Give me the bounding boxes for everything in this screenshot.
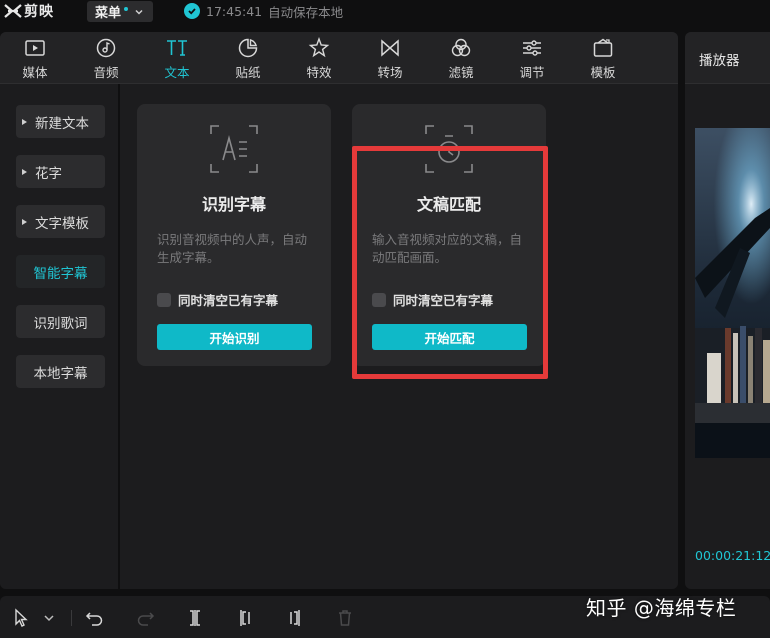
tab-effects[interactable]: 特效 bbox=[289, 36, 349, 82]
material-panel: 媒体 音频 文本 贴纸 特效 转场 滤镜 调节 模板 新建文本 花字 文字模板 … bbox=[0, 32, 678, 589]
redo-button[interactable] bbox=[133, 606, 157, 630]
subtitle-recognition-icon bbox=[209, 124, 259, 174]
caret-right-icon bbox=[22, 118, 27, 125]
sidebar-item-lyrics-recognition[interactable]: 识别歌词 bbox=[16, 305, 105, 338]
cursor-arrow-icon bbox=[15, 608, 28, 627]
tab-template[interactable]: 模板 bbox=[573, 36, 633, 82]
adjust-icon bbox=[520, 36, 544, 60]
redo-icon bbox=[137, 612, 155, 626]
player-header: 播放器 bbox=[685, 32, 770, 84]
trim-left-button[interactable] bbox=[233, 606, 257, 630]
trim-right-button[interactable] bbox=[283, 606, 307, 630]
tab-label: 模板 bbox=[590, 65, 616, 80]
caret-right-icon bbox=[22, 218, 27, 225]
tab-label: 转场 bbox=[377, 65, 403, 80]
delete-button[interactable] bbox=[333, 606, 357, 630]
sidebar-item-label: 新建文本 bbox=[35, 115, 89, 132]
save-status: 17:45:41 自动保存本地 bbox=[184, 2, 343, 20]
chevron-down-icon bbox=[135, 9, 143, 15]
tab-filter[interactable]: 滤镜 bbox=[431, 36, 491, 82]
player-title: 播放器 bbox=[699, 53, 740, 69]
trim-right-icon bbox=[290, 610, 300, 626]
caret-right-icon bbox=[22, 168, 27, 175]
title-bar: 剪映 菜单 17:45:41 自动保存本地 bbox=[0, 0, 770, 24]
menu-button[interactable]: 菜单 bbox=[87, 1, 153, 22]
text-icon bbox=[165, 36, 189, 60]
app-name: 剪映 bbox=[24, 4, 54, 20]
sidebar-item-label: 智能字幕 bbox=[33, 265, 88, 282]
tab-label: 文本 bbox=[164, 65, 190, 80]
card-description: 识别音视频中的人声，自动生成字幕。 bbox=[157, 232, 308, 265]
tab-label: 音频 bbox=[93, 65, 119, 80]
checkbox-box[interactable] bbox=[157, 292, 171, 307]
sidebar-item-new-text[interactable]: 新建文本 bbox=[16, 105, 105, 138]
tab-sticker[interactable]: 贴纸 bbox=[218, 36, 278, 82]
sidebar-item-smart-subtitle[interactable]: 智能字幕 bbox=[16, 255, 105, 288]
split-button[interactable] bbox=[183, 606, 207, 630]
card-title: 识别字幕 bbox=[201, 195, 266, 214]
highlight-box bbox=[352, 146, 548, 379]
tab-label: 媒体 bbox=[22, 65, 48, 80]
notification-dot-icon bbox=[124, 6, 129, 11]
material-toolbar: 媒体 音频 文本 贴纸 特效 转场 滤镜 调节 模板 bbox=[0, 32, 678, 84]
filter-icon bbox=[449, 36, 473, 60]
sidebar-item-label: 本地字幕 bbox=[33, 365, 88, 382]
media-icon bbox=[23, 36, 47, 60]
sidebar-item-label: 识别歌词 bbox=[33, 315, 88, 332]
chevron-down-icon bbox=[44, 615, 54, 622]
cursor-mode-dropdown[interactable] bbox=[37, 606, 61, 630]
menu-label: 菜单 bbox=[95, 6, 122, 21]
sticker-icon bbox=[236, 36, 260, 60]
effects-icon bbox=[307, 36, 331, 60]
tab-media[interactable]: 媒体 bbox=[5, 36, 65, 82]
sidebar-item-text-template[interactable]: 文字模板 bbox=[16, 205, 105, 238]
tab-label: 贴纸 bbox=[235, 65, 261, 80]
playback-timecode: 00:00:21:12 bbox=[695, 548, 770, 563]
undo-button[interactable] bbox=[83, 606, 107, 630]
tab-label: 特效 bbox=[306, 65, 332, 80]
app-logo: 剪映 bbox=[4, 2, 54, 20]
subtitle-recognition-card: 识别字幕 识别音视频中的人声，自动生成字幕。 同时清空已有字幕 开始识别 bbox=[137, 104, 331, 366]
sidebar-item-label: 文字模板 bbox=[35, 215, 89, 232]
sidebar-item-fancy-text[interactable]: 花字 bbox=[16, 155, 105, 188]
text-category-sidebar: 新建文本 花字 文字模板 智能字幕 识别歌词 本地字幕 bbox=[0, 84, 120, 589]
capcut-logo-icon bbox=[4, 3, 22, 19]
checkbox-label: 同时清空已有字幕 bbox=[178, 293, 279, 308]
start-recognition-button[interactable]: 开始识别 bbox=[157, 324, 312, 350]
transition-icon bbox=[378, 36, 402, 60]
video-preview[interactable] bbox=[695, 128, 770, 458]
sidebar-item-label: 花字 bbox=[35, 165, 62, 182]
tab-label: 调节 bbox=[519, 65, 545, 80]
template-icon bbox=[591, 36, 615, 60]
trash-icon bbox=[339, 610, 351, 626]
save-text: 自动保存本地 bbox=[268, 4, 344, 20]
player-panel: 播放器 00:00:21:12 bbox=[685, 32, 770, 589]
split-icon bbox=[190, 610, 200, 626]
tab-adjust[interactable]: 调节 bbox=[502, 36, 562, 82]
clear-existing-subtitles-checkbox[interactable]: 同时清空已有字幕 bbox=[157, 290, 278, 309]
save-time: 17:45:41 bbox=[206, 3, 263, 19]
sidebar-item-local-subtitle[interactable]: 本地字幕 bbox=[16, 355, 105, 388]
tab-audio[interactable]: 音频 bbox=[76, 36, 136, 82]
audio-icon bbox=[94, 36, 118, 60]
check-circle-icon bbox=[184, 3, 200, 19]
toolbar-divider bbox=[71, 610, 72, 626]
trim-left-icon bbox=[240, 610, 250, 626]
tab-label: 滤镜 bbox=[448, 65, 474, 80]
tab-transition[interactable]: 转场 bbox=[360, 36, 420, 82]
watermark: 知乎 @海绵专栏 bbox=[586, 596, 737, 620]
undo-icon bbox=[85, 612, 103, 626]
tab-text[interactable]: 文本 bbox=[147, 36, 207, 82]
select-cursor-button[interactable] bbox=[9, 606, 33, 630]
